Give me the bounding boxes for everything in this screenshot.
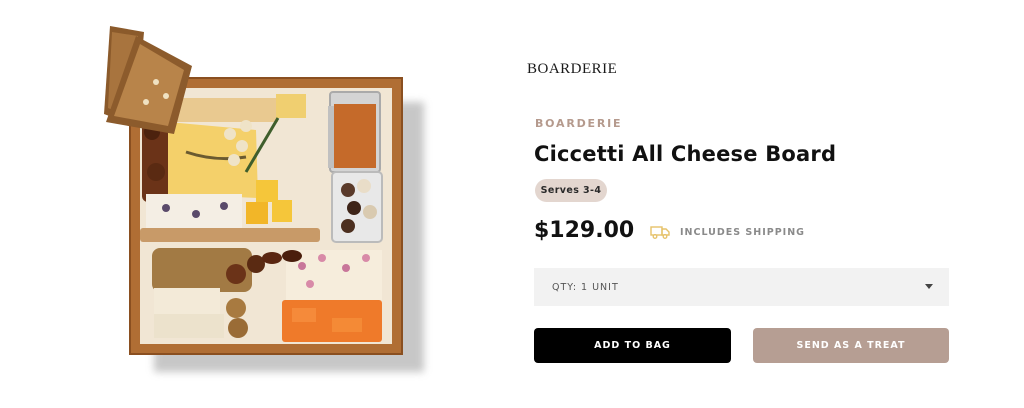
chevron-down-icon [925, 284, 933, 289]
brand-logo[interactable]: BOARDERIE [527, 61, 617, 78]
price: $129.00 [534, 218, 635, 243]
quantity-select[interactable]: QTY: 1 UNIT [534, 268, 949, 306]
brand-label[interactable]: BOARDERIE [535, 117, 622, 130]
send-as-treat-button[interactable]: SEND AS A TREAT [753, 328, 949, 363]
add-to-bag-button[interactable]: ADD TO BAG [534, 328, 731, 363]
shipping-note: INCLUDES SHIPPING [680, 227, 805, 238]
product-title: Ciccetti All Cheese Board [534, 142, 837, 166]
quantity-value: QTY: 1 UNIT [552, 281, 619, 293]
product-image [104, 26, 424, 372]
serves-badge: Serves 3-4 [535, 179, 607, 202]
truck-icon [650, 226, 670, 239]
